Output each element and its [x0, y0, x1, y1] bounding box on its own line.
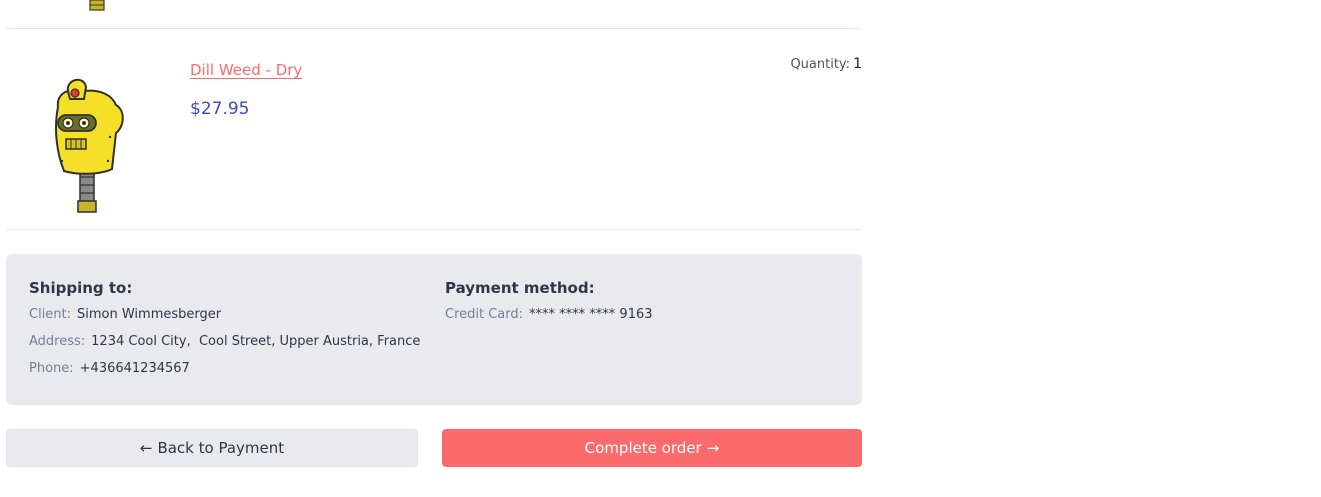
back-to-payment-button[interactable]: ← Back to Payment: [6, 429, 418, 467]
quantity-value: 1: [853, 56, 862, 72]
product-name-link[interactable]: Dill Weed - Dry: [190, 61, 302, 79]
client-value: Simon Wimmesberger: [77, 307, 222, 322]
quantity-display: Quantity: 1: [790, 56, 862, 72]
complete-order-button[interactable]: Complete order →: [442, 429, 862, 467]
arrow-right-icon: →: [706, 439, 720, 457]
order-review-page: Dill Weed - Dry $27.95 Quantity: 1 Shippi…: [0, 0, 1321, 497]
payment-title: Payment method:: [445, 279, 595, 297]
credit-card-label: Credit Card:: [445, 307, 524, 322]
product-price: $27.95: [190, 99, 250, 119]
payment-section: Payment method: Credit Card: **** **** **…: [445, 279, 653, 334]
robot-mascot-icon: [89, 0, 105, 11]
back-to-payment-label: Back to Payment: [157, 439, 285, 457]
robot-mascot-icon: [55, 78, 124, 213]
client-label: Client:: [29, 307, 72, 322]
credit-card-line: Credit Card: **** **** **** 9163: [445, 307, 653, 323]
credit-card-value: **** **** **** 9163: [529, 307, 653, 322]
address-value: 1234 Cool City, Cool Street, Upper Austr…: [91, 334, 421, 349]
client-line: Client: Simon Wimmesberger: [29, 307, 420, 323]
shipping-title: Shipping to:: [29, 279, 133, 297]
arrow-left-icon: ←: [139, 439, 153, 457]
address-line: Address: 1234 Cool City, Cool Street, Upp…: [29, 334, 420, 350]
phone-label: Phone:: [29, 361, 74, 376]
phone-line: Phone: +436641234567: [29, 361, 420, 377]
order-summary-panel: Shipping to: Client: Simon Wimmesberger A…: [6, 254, 862, 405]
complete-order-label: Complete order: [584, 439, 702, 457]
shipping-section: Shipping to: Client: Simon Wimmesberger A…: [29, 279, 420, 388]
quantity-label: Quantity:: [790, 57, 851, 72]
address-label: Address:: [29, 334, 86, 349]
cart-item: Dill Weed - Dry $27.95 Quantity: 1: [6, 29, 862, 230]
phone-value: +436641234567: [79, 361, 190, 376]
previous-cart-item: [6, 0, 862, 29]
